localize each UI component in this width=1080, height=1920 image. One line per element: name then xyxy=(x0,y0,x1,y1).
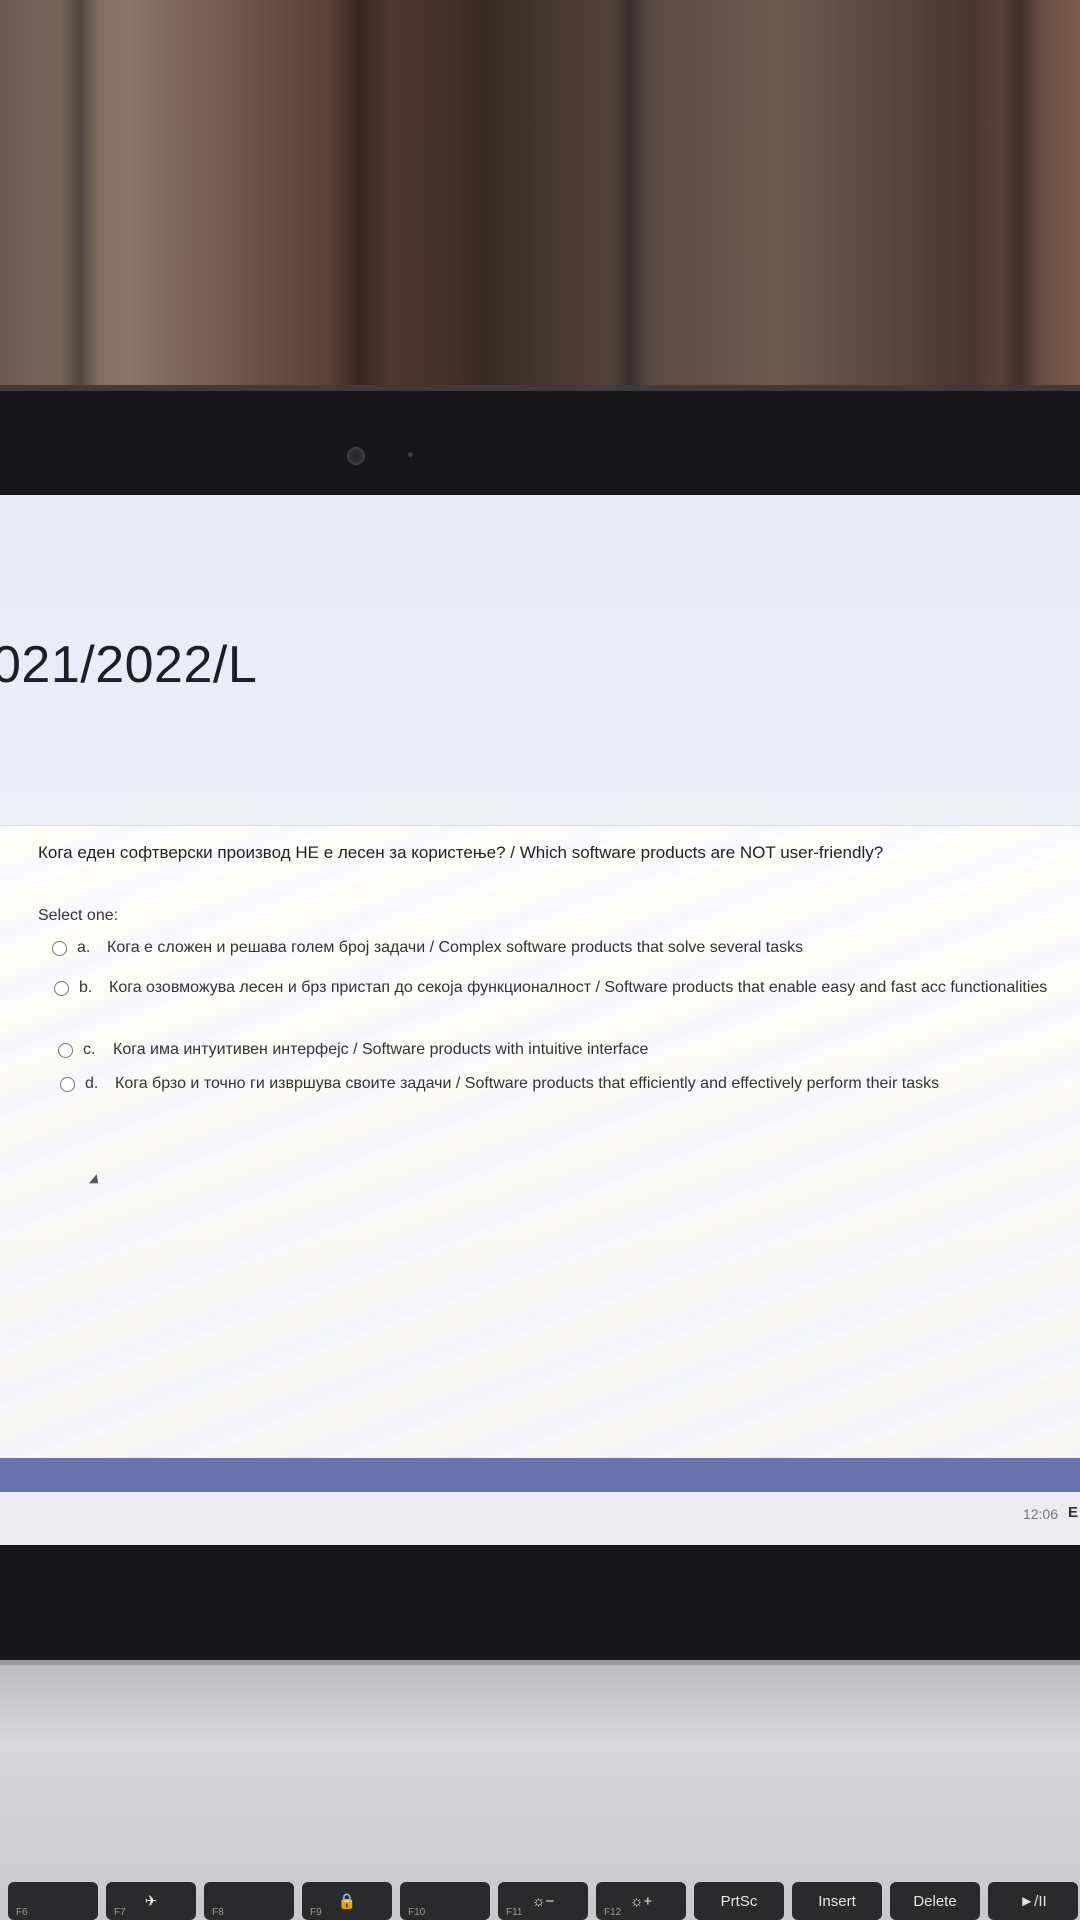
fn-label: F7 xyxy=(114,1907,126,1918)
question-text: Кога еден софтверски производ НЕ е лесен… xyxy=(38,843,884,862)
answer-option-a[interactable]: a. Кога е сложен и решава голем број зад… xyxy=(52,939,1067,962)
page-header: 021/2022/L xyxy=(0,495,1080,826)
option-text: Кога е сложен и решава голем број задачи… xyxy=(107,939,804,956)
answer-option-b[interactable]: b. Кога озовможува лесен и брз пристап д… xyxy=(54,979,1080,1002)
radio-button[interactable] xyxy=(54,981,69,996)
radio-button[interactable] xyxy=(52,941,67,956)
answer-option-d[interactable]: d. Кога брзо и точно ги извршува своите … xyxy=(60,1075,1075,1098)
function-key-row: F6 ✈ F7 F8 🔒 F9 F10 ☼− F11 ☼+ F12 PrtSc Inse… xyxy=(0,1882,1080,1920)
answer-option-c[interactable]: c. Кога има интуитивен интерфејс / Softw… xyxy=(58,1041,1073,1064)
option-letter: d. xyxy=(85,1075,99,1092)
key-f6[interactable]: F6 xyxy=(8,1882,98,1920)
fn-label: F8 xyxy=(212,1907,224,1918)
fn-label: F6 xyxy=(16,1907,28,1918)
fn-label: F10 xyxy=(408,1907,426,1918)
radio-button[interactable] xyxy=(58,1043,73,1058)
key-label: Delete xyxy=(913,1892,957,1910)
key-play-pause[interactable]: ►/II xyxy=(988,1882,1078,1920)
key-f12[interactable]: ☼+ F12 xyxy=(596,1882,686,1920)
webcam-icon xyxy=(347,447,365,465)
room-background xyxy=(0,0,1080,420)
key-prtsc[interactable]: PrtSc xyxy=(694,1882,784,1920)
lock-icon: 🔒 xyxy=(337,1893,357,1910)
key-delete[interactable]: Delete xyxy=(890,1882,980,1920)
curtain-fold xyxy=(60,0,100,420)
key-f9[interactable]: 🔒 F9 xyxy=(302,1882,392,1920)
key-f8[interactable]: F8 xyxy=(204,1882,294,1920)
select-one-label: Select one: xyxy=(38,907,119,924)
option-letter: c. xyxy=(83,1041,96,1058)
key-f11[interactable]: ☼− F11 xyxy=(498,1882,588,1920)
airplane-icon: ✈ xyxy=(144,1893,158,1910)
taskbar xyxy=(0,1492,1080,1545)
key-label: PrtSc xyxy=(720,1892,758,1910)
taskbar-edge-text: E xyxy=(1067,1504,1078,1521)
curtain-fold xyxy=(610,0,650,420)
radio-button[interactable] xyxy=(60,1077,75,1092)
brightness-up-icon: ☼+ xyxy=(629,1892,653,1910)
taskbar-clock[interactable]: 12:06 xyxy=(1023,1506,1058,1522)
key-f10[interactable]: F10 xyxy=(400,1882,490,1920)
fn-label: F11 xyxy=(506,1907,523,1918)
curtain-fold xyxy=(1000,0,1040,420)
curtain-fold xyxy=(330,0,390,420)
option-letter: a. xyxy=(77,939,91,956)
option-text: Кога има интуитивен интерфејс / Software… xyxy=(113,1041,649,1058)
webcam-indicator xyxy=(408,452,413,457)
mouse-cursor-icon xyxy=(88,1174,103,1188)
course-title: 021/2022/L xyxy=(0,636,258,694)
option-text: Кога озовможува лесен и брз пристап до с… xyxy=(109,979,1048,996)
footer-bar xyxy=(0,1458,1080,1492)
play-pause-icon: ►/II xyxy=(1019,1892,1047,1910)
key-f7[interactable]: ✈ F7 xyxy=(106,1882,196,1920)
brightness-down-icon: ☼− xyxy=(531,1892,555,1910)
option-letter: b. xyxy=(79,979,93,996)
fn-label: F9 xyxy=(310,1907,322,1918)
key-insert[interactable]: Insert xyxy=(792,1882,882,1920)
key-label: Insert xyxy=(818,1892,856,1910)
laptop-screen: 021/2022/L Кога еден софтверски производ… xyxy=(0,495,1080,1545)
fn-label: F12 xyxy=(604,1907,622,1918)
option-text: Кога брзо и точно ги извршува своите зад… xyxy=(115,1075,940,1092)
